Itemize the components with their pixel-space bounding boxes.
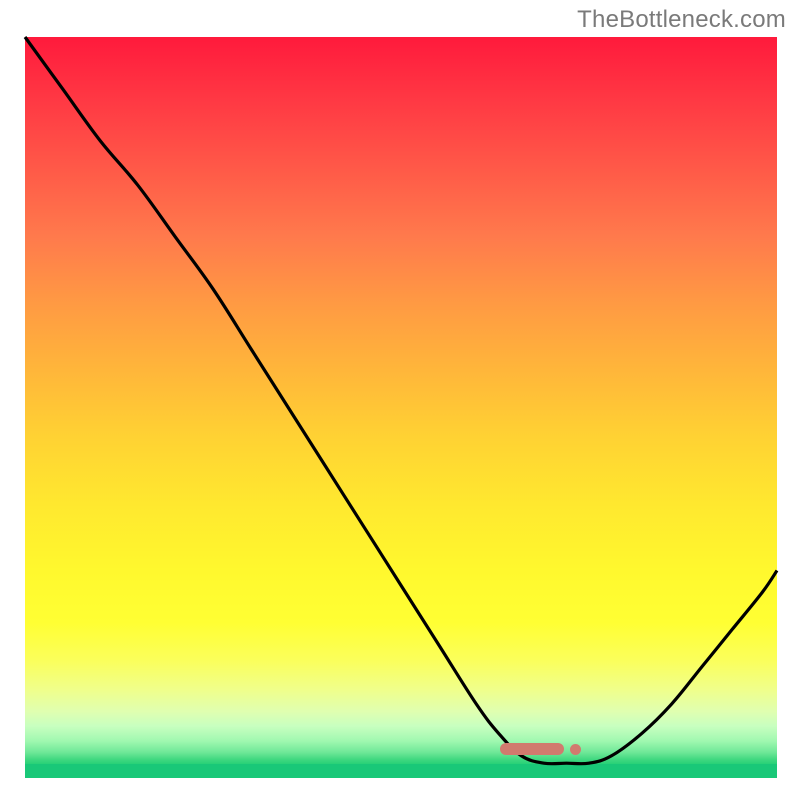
bottleneck-curve — [25, 37, 777, 778]
attribution-text: TheBottleneck.com — [577, 6, 786, 34]
chart-container: TheBottleneck.com — [0, 0, 800, 800]
curve-path — [25, 37, 777, 764]
plot-area — [25, 37, 777, 778]
optimal-marker-bar — [500, 743, 564, 755]
optimal-marker — [500, 743, 581, 755]
optimal-marker-dot — [570, 744, 581, 755]
